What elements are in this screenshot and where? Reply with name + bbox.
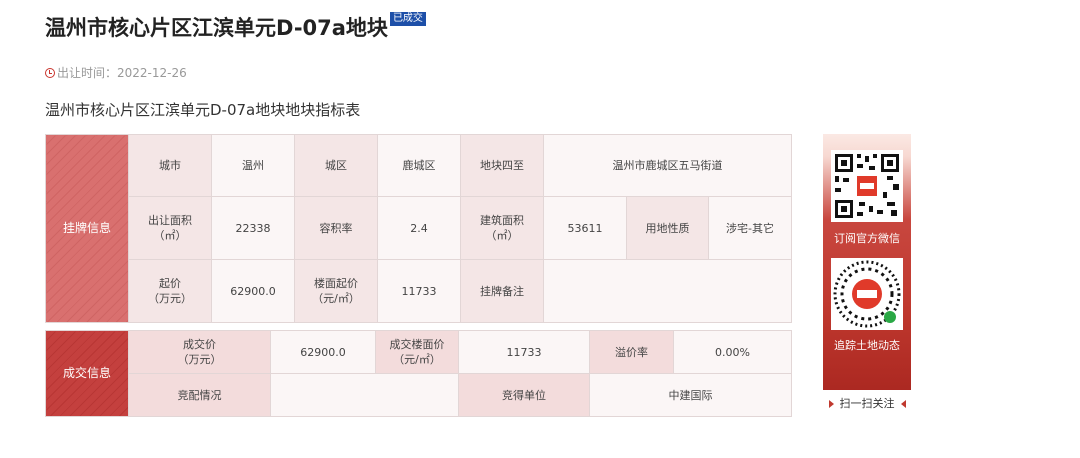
listing-note-value [543, 259, 792, 323]
follow-panel: 订阅官方微信 追踪土地动态 扫一扫关注 [823, 134, 911, 418]
boundary-value: 温州市鹿城区五马街道 [543, 134, 792, 197]
far-value: 2.4 [377, 196, 461, 260]
boundary-label: 地块四至 [460, 134, 544, 197]
city-label: 城市 [128, 134, 212, 197]
wechat-qr-caption: 订阅官方微信 [834, 232, 900, 245]
build-area-label: 建筑面积 （㎡） [460, 196, 544, 260]
follow-text: 扫一扫关注 [839, 397, 895, 410]
mini-program-code-icon [831, 258, 903, 330]
status-badge: 已成交 [389, 12, 426, 26]
premium-rate-value: 0.00% [673, 330, 792, 374]
district-label: 城区 [294, 134, 378, 197]
clock-icon [45, 67, 55, 78]
time-label: 出让时间： [57, 66, 118, 80]
area-label: 出让面积 （㎡） [128, 196, 212, 260]
follow-strip: 扫一扫关注 [823, 390, 911, 418]
qr-code-icon [831, 150, 903, 222]
deal-floor-price-value: 11733 [458, 330, 590, 374]
district-value: 鹿城区 [377, 134, 461, 197]
bid-status-label: 竞配情况 [128, 373, 271, 417]
start-price-label: 起价 （万元） [128, 259, 212, 323]
triangle-left-icon [900, 400, 906, 408]
bid-status-value [270, 373, 459, 417]
listing-section-label: 挂牌信息 [45, 134, 129, 323]
winner-value: 中建国际 [589, 373, 792, 417]
build-area-value: 53611 [543, 196, 627, 260]
deal-section-label: 成交信息 [45, 330, 129, 417]
page-title: 温州市核心片区江滨单元D-07a地块 已成交 [45, 12, 426, 42]
far-label: 容积率 [294, 196, 378, 260]
triangle-right-icon [828, 400, 834, 408]
wechat-qr-code[interactable] [831, 150, 903, 222]
transfer-time: 出让时间： 2022-12-26 [45, 64, 187, 81]
deal-table: 成交信息 成交价 （万元） 62900.0 成交楼面价 （元/㎡） 11733 … [45, 330, 792, 417]
use-value: 涉宅-其它 [708, 196, 792, 260]
title-text: 温州市核心片区江滨单元D-07a地块 [45, 16, 388, 40]
mini-program-qr-code[interactable] [831, 258, 903, 330]
premium-rate-label: 溢价率 [589, 330, 674, 374]
start-price-value: 62900.0 [211, 259, 295, 323]
deal-floor-price-label: 成交楼面价 （元/㎡） [375, 330, 459, 374]
area-value: 22338 [211, 196, 295, 260]
time-value: 2022-12-26 [117, 65, 187, 80]
floor-start-price-value: 11733 [377, 259, 461, 323]
mini-program-qr-caption: 追踪土地动态 [834, 339, 900, 352]
deal-price-value: 62900.0 [270, 330, 376, 374]
winner-label: 竞得单位 [458, 373, 590, 417]
deal-price-label: 成交价 （万元） [128, 330, 271, 374]
floor-start-price-label: 楼面起价 （元/㎡） [294, 259, 378, 323]
table-subtitle: 温州市核心片区江滨单元D-07a地块地块指标表 [45, 101, 361, 119]
listing-table: 挂牌信息 城市 温州 城区 鹿城区 地块四至 温州市鹿城区五马街道 出让面积 （… [45, 134, 792, 323]
use-label: 用地性质 [626, 196, 709, 260]
city-value: 温州 [211, 134, 295, 197]
listing-note-label: 挂牌备注 [460, 259, 544, 323]
